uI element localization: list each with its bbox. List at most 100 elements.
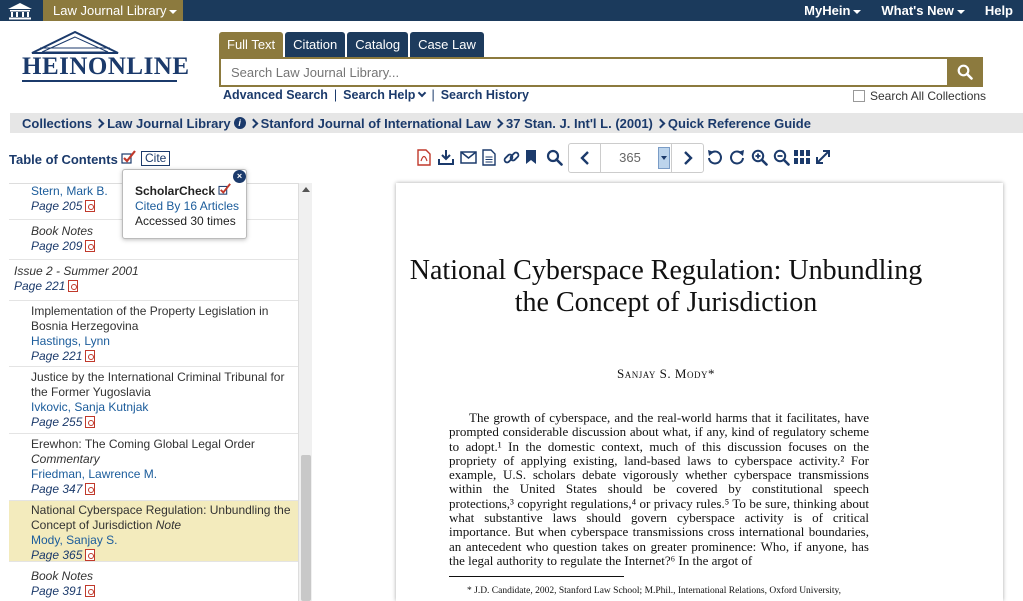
entry-title[interactable]: Book Notes <box>31 569 292 584</box>
fullscreen-icon[interactable] <box>814 148 832 166</box>
library-dropdown[interactable]: Law Journal Library <box>43 0 183 21</box>
pdf-icon[interactable] <box>85 585 96 597</box>
tab-citation[interactable]: Citation <box>285 32 346 57</box>
document-viewer[interactable]: National Cyberspace Regulation: Unbundli… <box>396 183 1003 601</box>
entry-author[interactable]: Mody, Sanjay S. <box>31 533 292 548</box>
myhein-menu[interactable]: MyHein <box>794 0 871 21</box>
scrollbar-thumb[interactable] <box>301 455 311 601</box>
chevron-right-icon <box>655 118 666 128</box>
entry-author[interactable]: Ivkovic, Sanja Kutnjak <box>31 400 292 415</box>
next-page-button[interactable] <box>671 144 703 172</box>
scroll-up-arrow-icon[interactable] <box>302 187 310 192</box>
download-icon[interactable] <box>437 148 455 166</box>
issue-title[interactable]: Issue 2 - Summer 2001 <box>14 264 292 279</box>
logo-underline <box>22 80 177 82</box>
page-number-input[interactable]: 365 <box>602 144 658 172</box>
cited-by-link[interactable]: Cited By 16 Articles <box>135 199 246 214</box>
tab-full-text[interactable]: Full Text <box>219 32 284 57</box>
entry-author[interactable]: Hastings, Lynn <box>31 334 292 349</box>
zoom-in-icon[interactable] <box>750 148 768 166</box>
tab-case-law[interactable]: Case Law <box>410 32 484 57</box>
document-text-icon[interactable] <box>480 148 498 166</box>
pdf-icon[interactable] <box>85 483 96 495</box>
breadcrumb-collections[interactable]: Collections <box>22 116 92 131</box>
breadcrumb-journal[interactable]: Stanford Journal of International Law <box>261 116 491 131</box>
pdf-icon[interactable] <box>85 416 96 428</box>
email-icon[interactable] <box>459 148 477 166</box>
list-item[interactable]: Book Notes Page 391 <box>9 567 298 601</box>
cite-button[interactable]: Cite <box>141 151 171 166</box>
entry-page[interactable]: Page 347 <box>31 482 82 496</box>
entry-page[interactable]: Page 391 <box>31 584 82 598</box>
link-separator: | <box>333 88 338 102</box>
pdf-icon[interactable] <box>85 549 96 561</box>
whats-new-label: What's New <box>881 3 954 18</box>
entry-page[interactable]: Page 209 <box>31 239 82 253</box>
entry-page[interactable]: Page 221 <box>31 349 82 363</box>
logo-text: HEINONLINE <box>22 53 190 80</box>
entry-page[interactable]: Page 365 <box>31 548 82 562</box>
info-icon[interactable]: i <box>233 117 246 129</box>
breadcrumb-volume[interactable]: 37 Stan. J. Int'l L. (2001) <box>506 116 653 131</box>
top-navigation-bar: Law Journal Library MyHein What's New He… <box>0 0 1023 21</box>
chevron-left-icon <box>579 151 589 165</box>
help-link[interactable]: Help <box>975 0 1023 21</box>
rotate-left-icon[interactable] <box>706 148 724 166</box>
search-box <box>219 57 949 87</box>
search-history-link[interactable]: Search History <box>441 88 529 102</box>
link-icon[interactable] <box>502 148 520 166</box>
entry-page[interactable]: Page 205 <box>31 199 82 213</box>
previous-page-button[interactable] <box>569 144 601 172</box>
advanced-search-link[interactable]: Advanced Search <box>223 88 328 102</box>
zoom-out-icon[interactable] <box>772 148 790 166</box>
search-in-page-icon[interactable] <box>545 148 563 166</box>
list-item[interactable]: Erewhon: The Coming Global Legal Order C… <box>9 435 298 501</box>
entry-title[interactable]: Justice by the International Criminal Tr… <box>31 370 292 400</box>
footnote-divider <box>449 576 624 577</box>
page-navigator: 365 <box>568 143 704 173</box>
chevron-down-icon <box>418 88 427 98</box>
pdf-download-icon[interactable] <box>415 148 433 166</box>
pdf-icon[interactable] <box>85 200 96 212</box>
entry-page[interactable]: Page 221 <box>14 279 65 293</box>
breadcrumb: Collections Law Journal Library i Stanfo… <box>10 113 1023 133</box>
tab-catalog[interactable]: Catalog <box>347 32 409 57</box>
pdf-icon[interactable] <box>85 350 96 362</box>
entry-title[interactable]: Implementation of the Property Legislati… <box>31 304 292 334</box>
entry-author[interactable]: Friedman, Lawrence M. <box>31 467 292 482</box>
issue-header[interactable]: Issue 2 - Summer 2001 Page 221 <box>9 261 298 301</box>
document-body: The growth of cyberspace, and the real-w… <box>449 410 869 568</box>
pdf-icon[interactable] <box>68 280 79 292</box>
breadcrumb-quick-reference[interactable]: Quick Reference Guide <box>668 116 811 131</box>
search-button[interactable] <box>947 57 983 87</box>
close-icon[interactable]: × <box>233 170 246 183</box>
rotate-right-icon[interactable] <box>728 148 746 166</box>
search-all-checkbox[interactable] <box>853 90 865 102</box>
search-input[interactable] <box>221 59 947 85</box>
search-help-link[interactable]: Search Help <box>343 88 427 102</box>
whats-new-menu[interactable]: What's New <box>871 0 974 21</box>
library-dropdown-label: Law Journal Library <box>53 3 167 18</box>
bookmark-icon[interactable] <box>522 148 540 166</box>
chevron-right-icon <box>493 118 504 128</box>
list-item[interactable]: Justice by the International Criminal Tr… <box>9 368 298 434</box>
scholarcheck-icon[interactable] <box>121 150 137 164</box>
list-item[interactable]: Implementation of the Property Legislati… <box>9 302 298 367</box>
pdf-icon[interactable] <box>85 240 96 252</box>
list-item-selected[interactable]: National Cyberspace Regulation: Unbundli… <box>9 501 298 562</box>
document-author: Sanjay S. Mody* <box>617 366 715 381</box>
toc-scrollbar[interactable] <box>298 183 312 601</box>
scholarcheck-icon <box>218 183 232 195</box>
caret-down-icon <box>169 9 178 14</box>
scholarcheck-tooltip: × ScholarCheck Cited By 16 Articles Acce… <box>122 169 247 239</box>
entry-page[interactable]: Page 255 <box>31 415 82 429</box>
home-icon[interactable] <box>0 0 40 21</box>
breadcrumb-library[interactable]: Law Journal Library <box>107 116 231 131</box>
entry-title[interactable]: Erewhon: The Coming Global Legal Order <box>31 437 292 452</box>
heinonline-logo[interactable]: HEINONLINE <box>22 31 189 87</box>
chevron-right-icon <box>94 118 105 128</box>
search-all-collections[interactable]: Search All Collections <box>853 89 986 103</box>
grid-view-icon[interactable] <box>793 148 811 166</box>
page-dropdown-button[interactable] <box>658 147 670 169</box>
logo-roof-icon <box>31 31 119 54</box>
